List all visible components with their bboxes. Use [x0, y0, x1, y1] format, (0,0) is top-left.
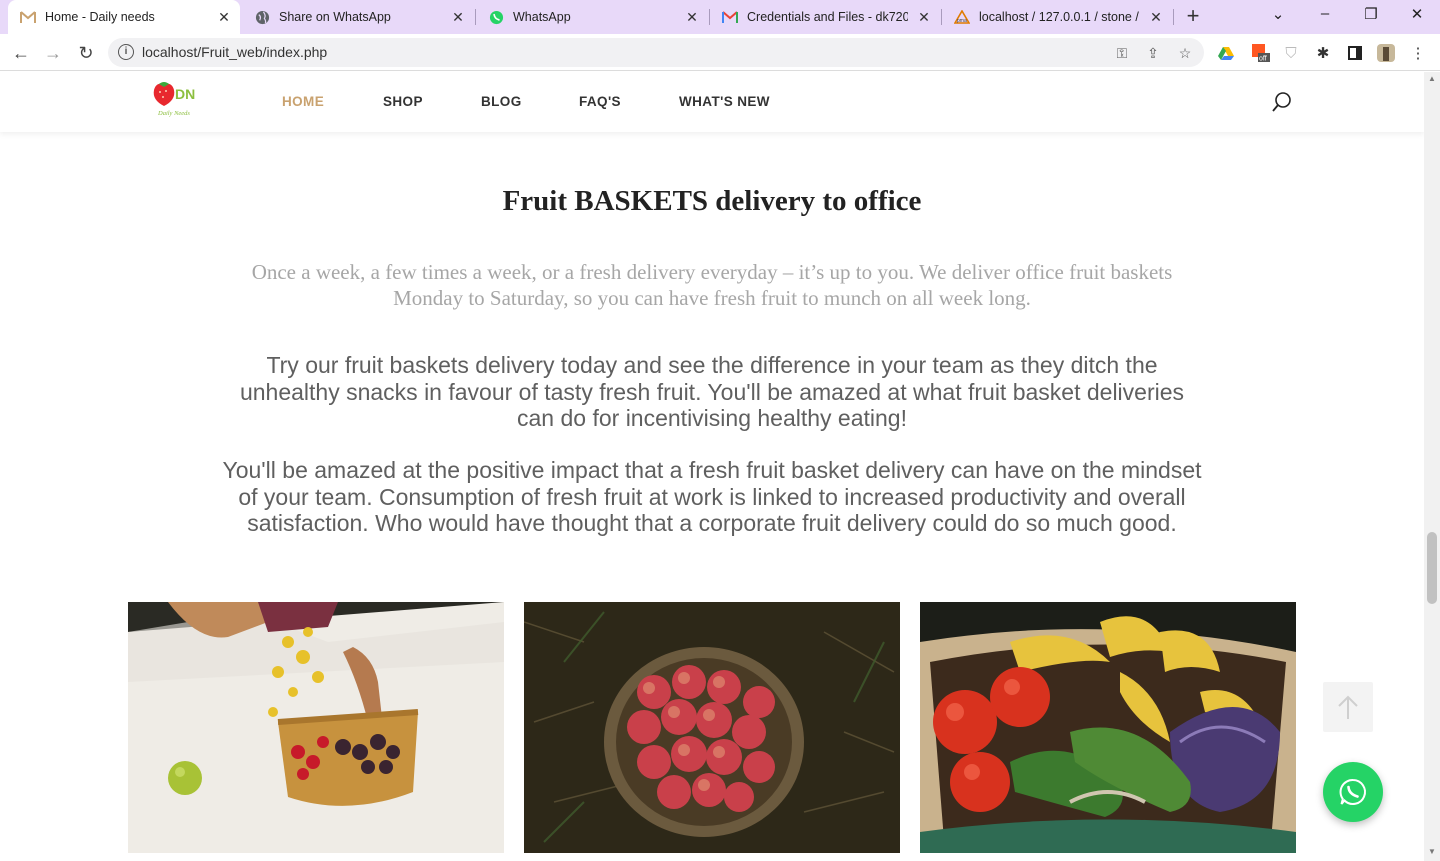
browser-menu-icon[interactable]: ⋮	[1408, 43, 1428, 63]
close-tab-icon[interactable]: ✕	[450, 9, 466, 26]
minimize-button[interactable]: –	[1313, 5, 1337, 27]
whatsapp-icon	[488, 9, 504, 25]
logo-text: DN	[175, 86, 195, 102]
fruit-basket-picnic-image	[128, 602, 504, 853]
body-paragraph-1: Try our fruit baskets delivery today and…	[239, 352, 1185, 431]
whatsapp-icon	[1339, 778, 1366, 805]
phpmyadmin-icon: pma	[954, 9, 970, 25]
globe-icon	[254, 9, 270, 25]
close-tab-icon[interactable]: ✕	[216, 9, 232, 26]
tab-home-daily-needs[interactable]: Home - Daily needs ✕	[8, 0, 240, 34]
body-paragraph-2: You'll be amazed at the positive impact …	[222, 457, 1202, 536]
vegetable-basket-image	[920, 602, 1296, 853]
nav-faqs[interactable]: FAQ'S	[579, 94, 621, 109]
tab-credentials-and-files[interactable]: Credentials and Files - dk72082 ✕	[710, 0, 940, 34]
nav-whats-new[interactable]: WHAT'S NEW	[679, 94, 770, 109]
back-button[interactable]: ←	[8, 40, 34, 66]
svg-text:pma: pma	[957, 18, 967, 24]
close-tab-icon[interactable]: ✕	[916, 9, 932, 26]
tab-title: localhost / 127.0.0.1 / stone / ce	[979, 10, 1140, 24]
scroll-down-arrow[interactable]: ▼	[1428, 847, 1436, 856]
svg-text:off: off	[1259, 56, 1267, 63]
search-icon[interactable]	[1271, 91, 1293, 113]
browser-tab-bar: Home - Daily needs ✕ Share on WhatsApp ✕…	[0, 0, 1440, 34]
scroll-up-arrow[interactable]: ▲	[1428, 74, 1436, 83]
url-text: localhost/Fruit_web/index.php	[142, 44, 328, 60]
restore-button[interactable]: ❐	[1359, 5, 1383, 27]
reload-button[interactable]: ↻	[73, 40, 99, 66]
new-tab-button[interactable]: +	[1183, 5, 1203, 27]
nav-shop[interactable]: SHOP	[383, 94, 423, 109]
site-logo[interactable]: DN Daily Needs	[150, 80, 210, 120]
address-bar[interactable]: i localhost/Fruit_web/index.php ⚿ ⇪ ☆	[108, 38, 1204, 67]
close-tab-icon[interactable]: ✕	[1148, 9, 1164, 26]
key-icon[interactable]: ⚿	[1113, 44, 1131, 62]
section-title: Fruit BASKETS delivery to office	[502, 185, 922, 217]
tab-search-icon[interactable]: ⌄	[1266, 5, 1290, 27]
page-viewport: DN Daily Needs HOME SHOP BLOG FAQ'S WHAT…	[0, 72, 1424, 861]
scroll-thumb[interactable]	[1427, 532, 1437, 604]
tab-title: Credentials and Files - dk72082	[747, 10, 908, 24]
nav-blog[interactable]: BLOG	[481, 94, 522, 109]
site-header: DN Daily Needs HOME SHOP BLOG FAQ'S WHAT…	[0, 72, 1424, 132]
arrow-up-icon	[1338, 695, 1358, 719]
extension-off-icon[interactable]: off	[1251, 43, 1271, 63]
google-drive-icon[interactable]	[1216, 43, 1236, 63]
scroll-to-top-button[interactable]	[1323, 682, 1373, 732]
logo-tagline: Daily Needs	[157, 110, 190, 117]
forward-button[interactable]: →	[40, 40, 66, 66]
share-icon[interactable]: ⇪	[1144, 44, 1162, 62]
lead-text: Once a week, a few times a week, or a fr…	[251, 260, 1173, 310]
site-info-icon[interactable]: i	[118, 44, 134, 60]
bookmark-star-icon[interactable]: ☆	[1176, 44, 1194, 62]
nav-home[interactable]: HOME	[282, 94, 324, 109]
shield-icon[interactable]: ⛉	[1281, 43, 1301, 63]
close-tab-icon[interactable]: ✕	[684, 9, 700, 26]
apple-basket-image	[524, 602, 900, 853]
whatsapp-chat-button[interactable]	[1323, 762, 1383, 822]
profile-avatar[interactable]	[1376, 43, 1396, 63]
side-panel-icon[interactable]	[1345, 43, 1365, 63]
close-window-button[interactable]: ✕	[1405, 5, 1429, 27]
gmail-icon	[722, 9, 738, 25]
page-scrollbar[interactable]: ▲ ▼	[1424, 72, 1440, 861]
tab-whatsapp[interactable]: WhatsApp ✕	[476, 0, 708, 34]
gmail-icon	[20, 9, 36, 25]
extensions-puzzle-icon[interactable]: ✱	[1313, 43, 1333, 63]
tab-title: WhatsApp	[513, 10, 571, 24]
tab-phpmyadmin[interactable]: pma localhost / 127.0.0.1 / stone / ce ✕	[942, 0, 1172, 34]
tab-title: Share on WhatsApp	[279, 10, 391, 24]
tab-share-on-whatsapp[interactable]: Share on WhatsApp ✕	[242, 0, 474, 34]
tab-title: Home - Daily needs	[45, 10, 155, 24]
